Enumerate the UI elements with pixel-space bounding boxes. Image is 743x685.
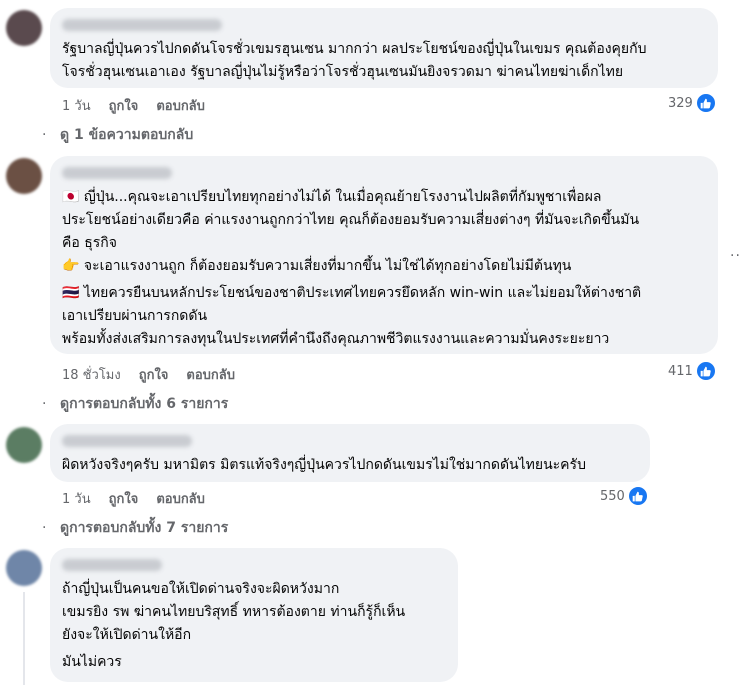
- view-replies-label: ดูการตอบกลับทั้ง 7 รายการ: [60, 520, 229, 536]
- comment-text: ถ้าญี่ปุ่นเป็นคนขอให้เปิดด่านจริงจะผิดหว…: [62, 581, 406, 643]
- reaction-count[interactable]: 411: [668, 361, 716, 381]
- reaction-count-value: 550: [600, 488, 625, 504]
- comment-text: ผิดหวังจริงๆครับ มหามิตร มิตรแท้จริงๆญี่…: [62, 457, 586, 473]
- comment-bubble: รัฐบาลญี่ปุ่นควรไปกดดันโจรชั่วเขมรฮุนเซน…: [50, 8, 718, 88]
- reply-button[interactable]: ตอบกลับ: [156, 488, 205, 509]
- commenter-name[interactable]: [62, 559, 162, 571]
- comment-actions: 1 วัน ถูกใจ ตอบกลับ: [62, 488, 223, 509]
- reply-arrow-icon: ·: [42, 520, 47, 536]
- commenter-name[interactable]: [62, 19, 222, 31]
- thread-line: [23, 592, 25, 685]
- reaction-count[interactable]: 329: [668, 93, 716, 113]
- comment-text: 🇯🇵 ญี่ปุ่น...คุณจะเอาเปรียบไทยทุกอย่างไม…: [62, 189, 640, 274]
- reply-button[interactable]: ตอบกลับ: [156, 95, 205, 116]
- more-options-icon[interactable]: ··: [730, 248, 741, 264]
- view-replies-link[interactable]: · ดูการตอบกลับทั้ง 7 รายการ: [42, 517, 228, 539]
- avatar[interactable]: [6, 10, 42, 46]
- comment-time[interactable]: 18 ชั่วโมง: [62, 364, 121, 385]
- like-button[interactable]: ถูกใจ: [109, 488, 139, 509]
- commenter-name[interactable]: [62, 435, 192, 447]
- comment-text: มันไม่ควร: [62, 654, 122, 670]
- comment-time[interactable]: 1 วัน: [62, 488, 91, 509]
- view-replies-label: ดู 1 ข้อความตอบกลับ: [60, 127, 194, 143]
- comment-bubble: ผิดหวังจริงๆครับ มหามิตร มิตรแท้จริงๆญี่…: [50, 424, 650, 482]
- comment-bubble: 🇯🇵 ญี่ปุ่น...คุณจะเอาเปรียบไทยทุกอย่างไม…: [50, 156, 718, 354]
- reaction-count-value: 411: [668, 363, 693, 379]
- comment-actions: 1 วัน ถูกใจ ตอบกลับ: [62, 95, 223, 116]
- comment-time[interactable]: 1 วัน: [62, 95, 91, 116]
- like-button[interactable]: ถูกใจ: [139, 364, 169, 385]
- reply-arrow-icon: ·: [42, 396, 47, 412]
- avatar[interactable]: [6, 427, 42, 463]
- view-replies-link[interactable]: · ดูการตอบกลับทั้ง 6 รายการ: [42, 393, 228, 415]
- comment-text: รัฐบาลญี่ปุ่นควรไปกดดันโจรชั่วเขมรฮุนเซน…: [62, 41, 647, 80]
- like-button[interactable]: ถูกใจ: [109, 95, 139, 116]
- view-replies-label: ดูการตอบกลับทั้ง 6 รายการ: [60, 396, 229, 412]
- reply-arrow-icon: ·: [42, 127, 47, 143]
- commenter-name[interactable]: [62, 167, 172, 179]
- comment-actions: 18 ชั่วโมง ถูกใจ ตอบกลับ: [62, 364, 253, 385]
- view-replies-link[interactable]: · ดู 1 ข้อความตอบกลับ: [42, 124, 193, 146]
- thumbs-up-icon: [627, 486, 648, 506]
- reaction-count-value: 329: [668, 95, 693, 111]
- avatar[interactable]: [6, 550, 42, 586]
- reaction-count[interactable]: 550: [600, 486, 648, 506]
- thumbs-up-icon: [695, 93, 716, 113]
- avatar[interactable]: [6, 158, 42, 194]
- comment-bubble: ถ้าญี่ปุ่นเป็นคนขอให้เปิดด่านจริงจะผิดหว…: [50, 548, 458, 682]
- thumbs-up-icon: [695, 361, 716, 381]
- reply-button[interactable]: ตอบกลับ: [186, 364, 235, 385]
- comment-text: 🇹🇭 ไทยควรยืนบนหลักประโยชน์ของชาติประเทศไ…: [62, 285, 642, 347]
